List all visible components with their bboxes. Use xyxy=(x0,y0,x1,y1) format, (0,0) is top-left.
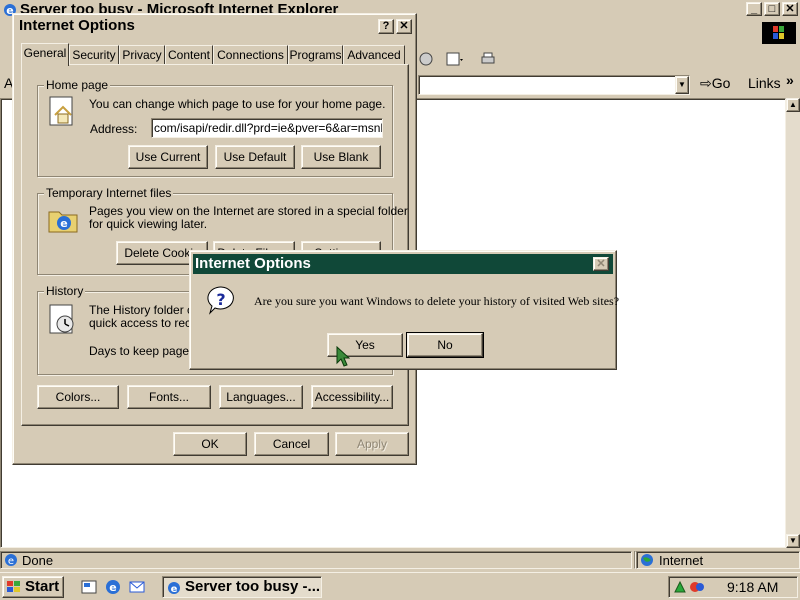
confirm-message: Are you sure you want Windows to delete … xyxy=(254,294,620,308)
help-button[interactable]: ? xyxy=(378,19,394,34)
svg-text:e: e xyxy=(171,584,178,595)
svg-text:?: ? xyxy=(216,290,225,309)
cancel-button[interactable]: Cancel xyxy=(254,432,329,456)
close-button[interactable]: ✕ xyxy=(782,2,798,16)
windows-flag-icon xyxy=(773,26,784,39)
status-panel-main xyxy=(0,551,632,569)
svg-text:e: e xyxy=(60,217,67,230)
home-page-icon xyxy=(49,96,73,126)
system-tray: 9:18 AM xyxy=(668,576,798,598)
start-button[interactable]: Start xyxy=(2,576,64,598)
tab-security[interactable]: Security xyxy=(69,45,119,65)
go-button[interactable]: ⇨Go xyxy=(700,75,730,92)
svg-text:e: e xyxy=(8,556,14,567)
status-text: Done xyxy=(22,553,54,568)
chevron-right-icon[interactable]: » xyxy=(786,72,794,88)
days-to-keep-label: Days to keep pages i xyxy=(89,344,202,358)
close-button[interactable]: ✕ xyxy=(396,19,412,34)
vertical-scrollbar[interactable]: ▲ ▼ xyxy=(786,98,800,548)
taskbar-button-ie[interactable]: e Server too busy -... xyxy=(162,576,322,598)
confirm-title: Internet Options xyxy=(195,255,311,272)
go-arrow-icon: ⇨ xyxy=(700,75,712,91)
start-label: Start xyxy=(25,578,60,595)
close-button[interactable]: ✕ xyxy=(593,257,609,271)
use-current-button[interactable]: Use Current xyxy=(128,145,208,169)
confirm-delete-history-dialog: Internet Options ✕ ? Are you sure you wa… xyxy=(189,250,620,370)
group-title: Temporary Internet files xyxy=(44,186,174,200)
scroll-down-button[interactable]: ▼ xyxy=(786,534,800,548)
minimize-button[interactable]: _ xyxy=(746,2,762,16)
dialog-title: Internet Options xyxy=(19,17,135,34)
group-title: History xyxy=(44,284,86,298)
mail-toolbar-icon[interactable] xyxy=(446,51,464,67)
address-label: Address: xyxy=(90,122,138,136)
use-blank-button[interactable]: Use Blank xyxy=(301,145,381,169)
tray-app-icon[interactable] xyxy=(673,580,687,594)
address-combo[interactable]: ▼ xyxy=(418,75,690,95)
ie-quicklaunch-icon[interactable]: e xyxy=(104,578,122,596)
page-done-icon: e xyxy=(5,554,17,567)
apply-button[interactable]: Apply xyxy=(335,432,409,456)
no-button[interactable]: No xyxy=(406,332,484,358)
ie-logo-icon: e xyxy=(168,582,180,595)
tab-advanced[interactable]: Advanced xyxy=(343,45,405,65)
security-zone-text: Internet xyxy=(659,553,704,568)
languages-button[interactable]: Languages... xyxy=(219,385,303,409)
tab-connections[interactable]: Connections xyxy=(213,45,288,65)
tray-network-icon[interactable] xyxy=(689,580,705,594)
windows-flag-icon xyxy=(7,581,20,592)
taskbar-button-label: Server too busy -... xyxy=(185,578,321,595)
tab-programs[interactable]: Programs xyxy=(288,45,343,65)
confirm-titlebar[interactable]: Internet Options ✕ xyxy=(193,254,613,274)
show-desktop-icon[interactable] xyxy=(80,578,98,596)
home-page-address-input[interactable]: com/isapi/redir.dll?prd=ie&pver=6&ar=msn… xyxy=(151,118,383,138)
clock[interactable]: 9:18 AM xyxy=(727,579,778,595)
maximize-button[interactable]: □ xyxy=(764,2,780,16)
home-page-description: You can change which page to use for you… xyxy=(89,97,386,111)
print-toolbar-icon[interactable] xyxy=(480,51,496,67)
group-title: Home page xyxy=(44,78,111,92)
windows-logo-throbber xyxy=(762,22,796,44)
history-description-2: quick access to recen xyxy=(89,316,205,330)
tab-general[interactable]: General xyxy=(21,43,69,66)
history-icon xyxy=(49,304,74,334)
tab-privacy[interactable]: Privacy xyxy=(119,45,165,65)
history-toolbar-icon[interactable] xyxy=(418,51,434,67)
temporary-files-icon: e xyxy=(48,211,78,233)
taskbar: Start e e Server too busy -... 9:18 AM xyxy=(0,572,800,600)
chevron-down-icon[interactable]: ▼ xyxy=(675,76,689,94)
dialog-titlebar[interactable]: Internet Options ? ✕ xyxy=(16,17,413,36)
colors-button[interactable]: Colors... xyxy=(37,385,119,409)
scroll-up-button[interactable]: ▲ xyxy=(786,98,800,112)
outlook-express-icon[interactable] xyxy=(128,578,146,596)
svg-text:e: e xyxy=(109,581,116,594)
accessibility-button[interactable]: Accessibility... xyxy=(311,385,393,409)
tab-content[interactable]: Content xyxy=(165,45,213,65)
question-icon: ? xyxy=(207,286,234,315)
globe-icon xyxy=(641,554,653,566)
ok-button[interactable]: OK xyxy=(173,432,247,456)
internet-options-dialog: Internet Options ? ✕ General Security Pr… xyxy=(12,13,417,465)
links-button[interactable]: Links xyxy=(748,75,781,91)
temp-files-description-2: for quick viewing later. xyxy=(89,217,208,231)
mouse-cursor-icon xyxy=(336,346,350,367)
status-bar: e Done Internet xyxy=(0,550,800,570)
use-default-button[interactable]: Use Default xyxy=(215,145,295,169)
quick-launch: e xyxy=(78,577,158,597)
fonts-button[interactable]: Fonts... xyxy=(127,385,211,409)
